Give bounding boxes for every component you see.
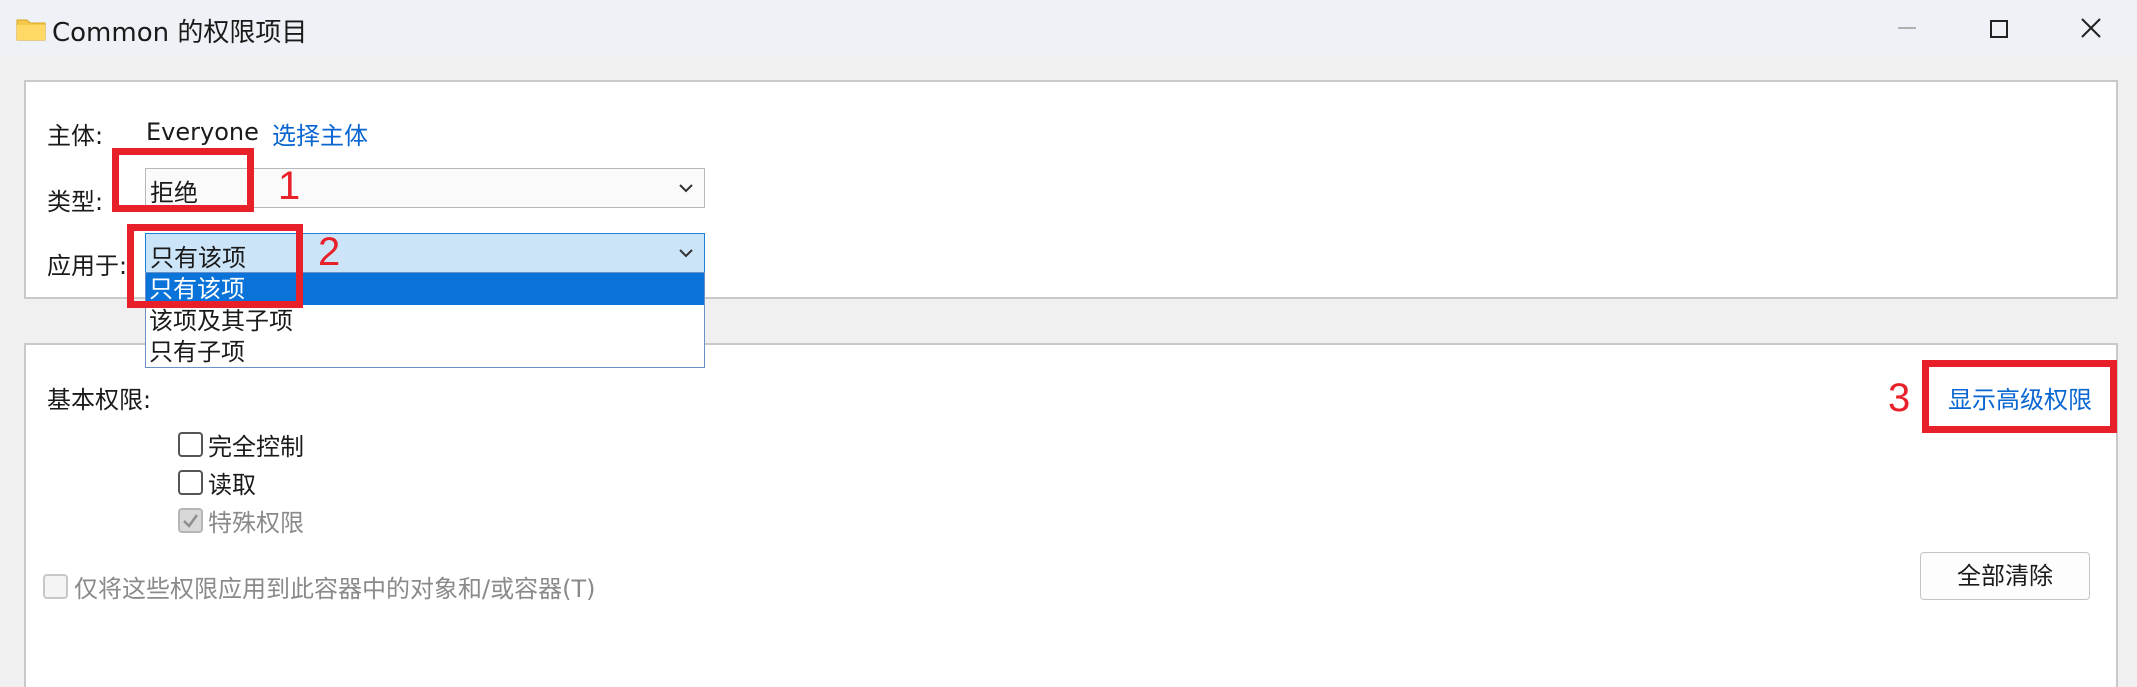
title-bar: Common 的权限项目: [0, 0, 2137, 56]
special-permissions-checkbox: [178, 508, 203, 533]
applies-to-label: 应用于:: [47, 252, 128, 280]
clear-all-button[interactable]: 全部清除: [1920, 552, 2090, 600]
special-permissions-label: 特殊权限: [208, 509, 304, 537]
principal-label: 主体:: [47, 122, 104, 150]
full-control-checkbox[interactable]: [178, 432, 203, 457]
dropdown-option-this-and-children[interactable]: 该项及其子项: [146, 305, 704, 337]
apply-to-container-checkbox: [43, 574, 68, 599]
select-principal-link[interactable]: 选择主体: [272, 116, 368, 151]
chevron-down-icon: [679, 184, 693, 193]
minimize-button[interactable]: [1876, 8, 1936, 48]
folder-icon: [16, 19, 46, 41]
apply-to-container-label: 仅将这些权限应用到此容器中的对象和/或容器(T): [74, 575, 596, 603]
read-checkbox[interactable]: [178, 470, 203, 495]
full-control-label: 完全控制: [208, 433, 304, 461]
annotation-number-2: 2: [318, 230, 341, 274]
dropdown-option-children-only[interactable]: 只有子项: [146, 336, 704, 368]
read-label: 读取: [208, 471, 256, 499]
annotation-number-3: 3: [1888, 376, 1911, 420]
minimize-icon: [1898, 27, 1916, 29]
window-title: Common 的权限项目: [52, 18, 308, 48]
annotation-number-1: 1: [278, 164, 301, 208]
maximize-button[interactable]: [1968, 8, 2028, 48]
annotation-box-1: [112, 148, 254, 212]
type-label: 类型:: [47, 188, 104, 216]
permissions-panel: [24, 343, 2118, 687]
maximize-icon: [1990, 20, 2008, 38]
close-button[interactable]: [2060, 8, 2120, 48]
principal-value: Everyone: [146, 118, 259, 146]
close-icon: [2081, 18, 2101, 38]
basic-permissions-label: 基本权限:: [47, 386, 152, 414]
chevron-down-icon: [679, 249, 693, 258]
checkmark-icon: [183, 514, 199, 528]
annotation-box-2: [127, 224, 303, 308]
annotation-box-3: [1922, 360, 2117, 433]
